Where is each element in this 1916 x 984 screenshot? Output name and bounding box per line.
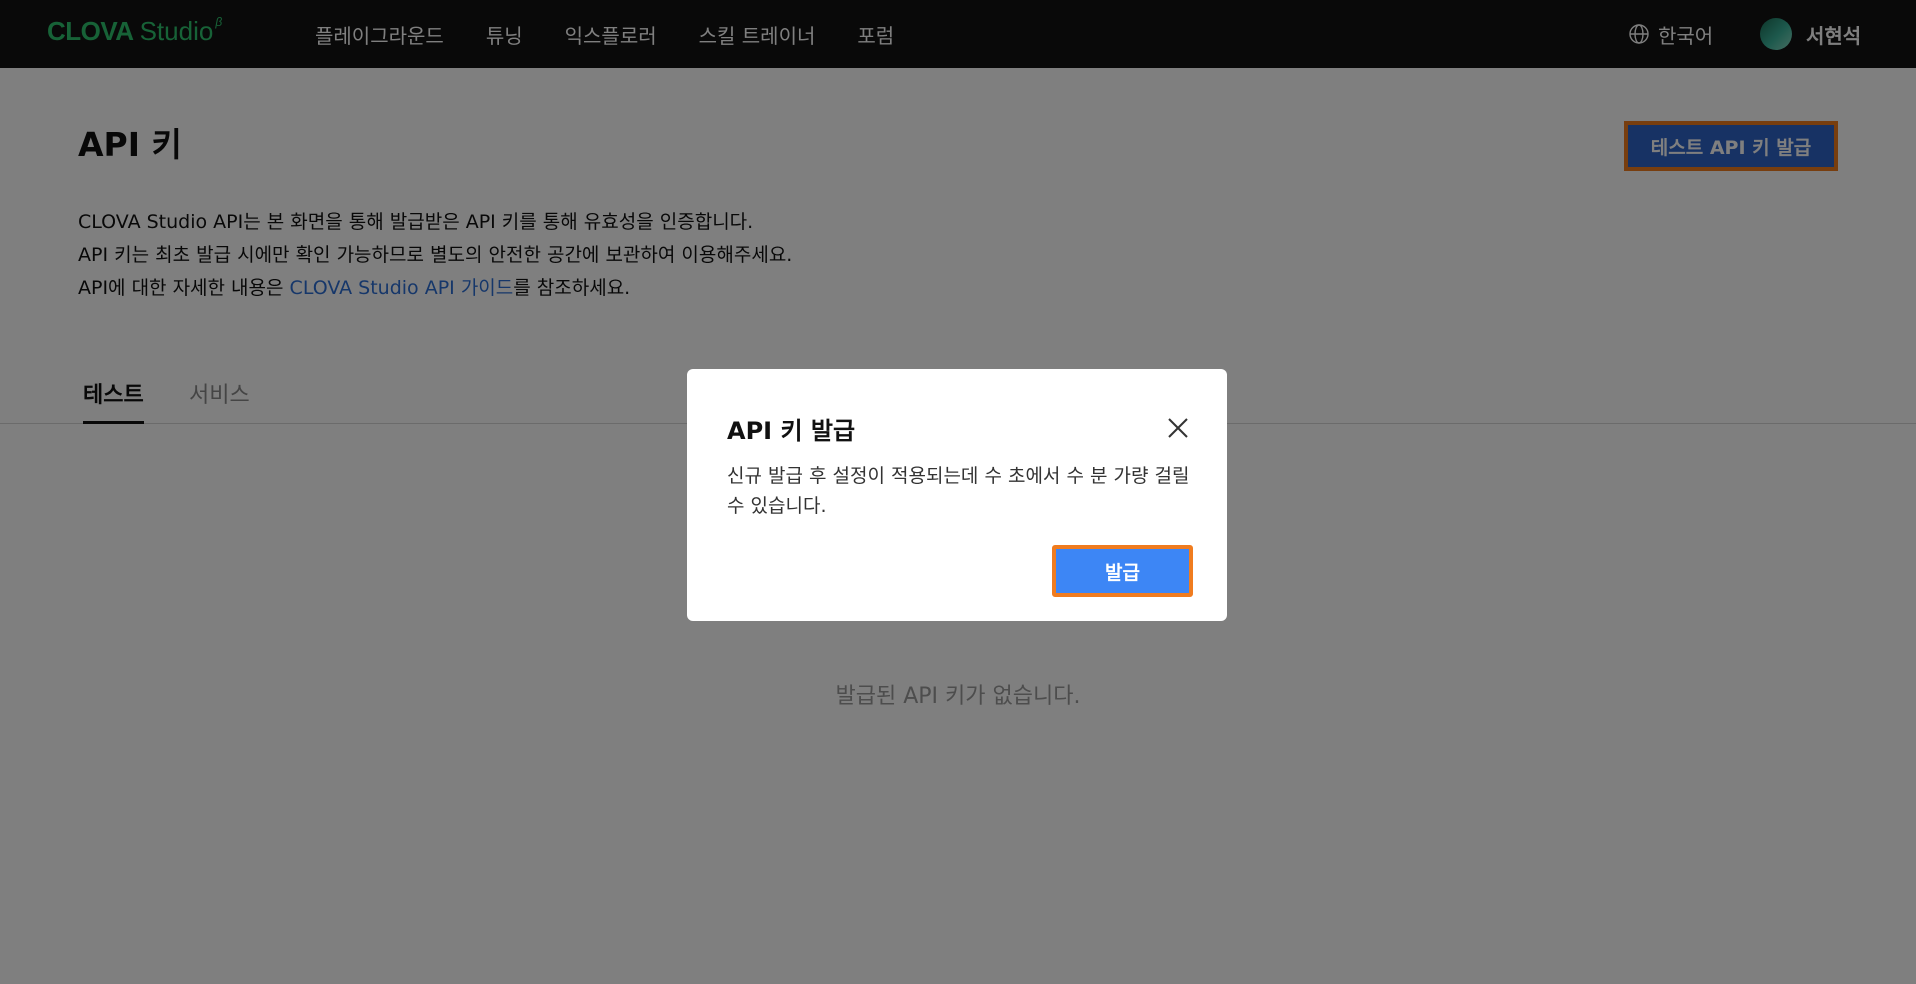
issue-api-key-dialog: API 키 발급 신규 발급 후 설정이 적용되는데 수 초에서 수 분 가량 … [687, 369, 1227, 621]
dialog-title: API 키 발급 [727, 417, 856, 445]
close-icon[interactable] [1165, 415, 1191, 441]
confirm-issue-button[interactable]: 발급 [1052, 545, 1193, 597]
dialog-message: 신규 발급 후 설정이 적용되는데 수 초에서 수 분 가량 걸릴 수 있습니다… [727, 465, 1190, 517]
